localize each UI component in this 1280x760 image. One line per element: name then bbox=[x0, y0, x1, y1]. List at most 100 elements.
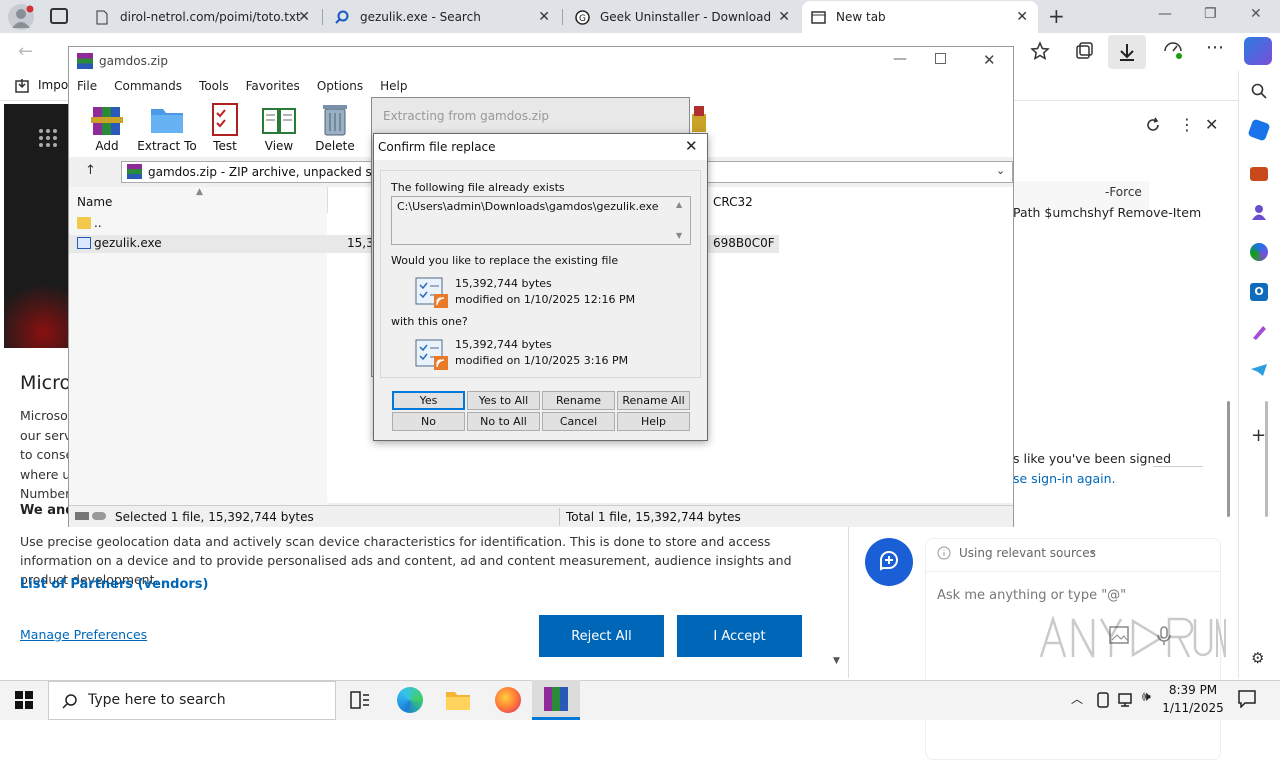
outlook-icon[interactable]: O bbox=[1250, 283, 1268, 301]
close-tab-icon[interactable]: ✕ bbox=[538, 9, 550, 25]
reject-all-button[interactable]: Reject All bbox=[539, 615, 664, 657]
yes-button[interactable]: Yes bbox=[392, 391, 465, 410]
status-divider bbox=[559, 508, 560, 526]
profile-avatar[interactable] bbox=[8, 4, 34, 30]
sidebar-scrollbar[interactable] bbox=[1265, 401, 1268, 517]
menu-file[interactable]: File bbox=[77, 79, 97, 93]
dialog-close-button[interactable]: ✕ bbox=[685, 137, 698, 155]
taskbar-search-box[interactable]: Type here to search bbox=[48, 681, 336, 720]
task-view-button[interactable] bbox=[336, 680, 384, 720]
path-dropdown-icon[interactable]: ⌄ bbox=[996, 164, 1005, 177]
chat-input[interactable]: Ask me anything or type "@" bbox=[937, 588, 1126, 603]
tab-search[interactable]: gezulik.exe - Search ✕ bbox=[326, 1, 560, 33]
microsoft-365-icon[interactable] bbox=[1250, 243, 1268, 261]
tray-device-icon[interactable] bbox=[1096, 692, 1110, 708]
winrar-title-bar: gamdos.zip — ✕ bbox=[69, 47, 1013, 75]
firefox-button[interactable] bbox=[484, 680, 532, 720]
tab-toto-txt[interactable]: dirol-netrol.com/poimi/toto.txt ✕ bbox=[86, 1, 320, 33]
menu-commands[interactable]: Commands bbox=[114, 79, 182, 93]
winrar-taskbar-button[interactable] bbox=[532, 680, 580, 720]
partners-link[interactable]: List of Partners (vendors) bbox=[20, 577, 208, 592]
test-button[interactable]: Test bbox=[195, 101, 255, 157]
watermark-logo bbox=[1037, 613, 1227, 663]
no-button[interactable]: No bbox=[392, 412, 465, 431]
tab-geek-uninstaller[interactable]: G Geek Uninstaller - Download ✕ bbox=[566, 1, 800, 33]
view-button[interactable]: View bbox=[249, 101, 309, 157]
volume-icon[interactable]: 🕪 bbox=[1142, 689, 1151, 705]
winrar-close-button[interactable]: ✕ bbox=[983, 51, 996, 69]
menu-options[interactable]: Options bbox=[317, 79, 363, 93]
scroll-down-icon[interactable]: ▼ bbox=[676, 231, 682, 240]
tab-actions-icon[interactable] bbox=[50, 8, 68, 24]
app-launcher-icon[interactable] bbox=[38, 128, 58, 148]
copilot-icon[interactable] bbox=[1244, 37, 1272, 65]
favorites-star-icon[interactable] bbox=[1030, 41, 1050, 61]
menu-help[interactable]: Help bbox=[380, 79, 407, 93]
no-to-all-button[interactable]: No to All bbox=[467, 412, 540, 431]
tab-new-tab[interactable]: New tab ✕ bbox=[802, 1, 1038, 33]
new-chat-button[interactable] bbox=[865, 538, 913, 586]
delete-button[interactable]: Delete bbox=[305, 101, 365, 157]
scroll-up-icon[interactable]: ▲ bbox=[676, 200, 682, 209]
panel-close-icon[interactable]: ✕ bbox=[1205, 115, 1218, 134]
shopping-tag-icon[interactable] bbox=[1247, 118, 1271, 142]
network-icon[interactable] bbox=[1118, 692, 1136, 708]
downloads-button[interactable] bbox=[1108, 35, 1146, 69]
performance-icon[interactable] bbox=[1162, 41, 1184, 61]
existing-path-field[interactable]: C:\Users\admin\Downloads\gamdos\gezulik.… bbox=[391, 196, 691, 245]
extract-to-button[interactable]: Extract To bbox=[135, 101, 199, 157]
rename-button[interactable]: Rename bbox=[542, 391, 615, 410]
sources-label[interactable]: Using relevant sources bbox=[959, 546, 1096, 560]
close-tab-icon[interactable]: ✕ bbox=[298, 9, 310, 25]
sign-in-link[interactable]: se sign-in again. bbox=[1013, 471, 1116, 486]
refresh-icon[interactable] bbox=[1145, 117, 1161, 133]
clock-time[interactable]: 8:39 PM bbox=[1162, 683, 1224, 697]
column-header-name[interactable]: Name bbox=[77, 195, 112, 209]
winrar-minimize-button[interactable]: — bbox=[893, 51, 907, 67]
edge-taskbar-button[interactable] bbox=[386, 680, 434, 720]
search-icon bbox=[334, 9, 350, 25]
menu-favorites[interactable]: Favorites bbox=[246, 79, 300, 93]
more-menu-icon[interactable]: ⋯ bbox=[1206, 37, 1224, 58]
scroll-down-icon[interactable]: ▼ bbox=[833, 656, 840, 666]
yes-to-all-button[interactable]: Yes to All bbox=[467, 391, 540, 410]
start-button[interactable] bbox=[0, 680, 48, 720]
add-button[interactable]: Add bbox=[77, 101, 137, 157]
chevron-down-icon[interactable]: ⌄ bbox=[1089, 545, 1097, 556]
back-icon[interactable]: ← bbox=[18, 41, 33, 62]
clock-date[interactable]: 1/11/2025 bbox=[1162, 701, 1224, 715]
checklist-icon bbox=[207, 101, 243, 137]
winrar-maximize-button[interactable] bbox=[935, 53, 946, 64]
close-window-button[interactable]: ✕ bbox=[1250, 6, 1262, 22]
rename-all-button[interactable]: Rename All bbox=[617, 391, 690, 410]
tab-title: Geek Uninstaller - Download bbox=[600, 10, 772, 24]
telegram-icon[interactable] bbox=[1250, 363, 1268, 377]
up-folder-icon[interactable]: ↑ bbox=[85, 163, 96, 178]
sidebar-settings-icon[interactable]: ⚙ bbox=[1251, 649, 1264, 667]
manage-preferences-link[interactable]: Manage Preferences bbox=[20, 627, 147, 642]
restore-button[interactable]: ❐ bbox=[1204, 6, 1217, 22]
menu-tools[interactable]: Tools bbox=[199, 79, 229, 93]
minimize-button[interactable]: — bbox=[1158, 6, 1172, 22]
accept-button[interactable]: I Accept bbox=[677, 615, 802, 657]
games-icon[interactable] bbox=[1250, 203, 1268, 221]
panel-more-icon[interactable]: ⋮ bbox=[1179, 115, 1195, 134]
file-explorer-button[interactable] bbox=[434, 680, 482, 720]
close-tab-icon[interactable]: ✕ bbox=[778, 9, 790, 25]
sidebar-search-icon[interactable] bbox=[1251, 83, 1267, 99]
add-sidebar-app-icon[interactable]: + bbox=[1251, 425, 1266, 446]
column-header-crc[interactable]: CRC32 bbox=[713, 195, 753, 209]
panel-scrollbar[interactable] bbox=[1227, 401, 1230, 517]
tray-chevron-icon[interactable]: ︿ bbox=[1071, 690, 1083, 707]
collections-icon[interactable] bbox=[1074, 41, 1094, 61]
file-name: gezulik.exe bbox=[94, 236, 162, 250]
add-label: Add bbox=[95, 139, 119, 153]
help-button[interactable]: Help bbox=[617, 412, 690, 431]
cancel-button[interactable]: Cancel bbox=[542, 412, 615, 431]
close-tab-icon[interactable]: ✕ bbox=[1016, 9, 1028, 25]
designer-icon[interactable] bbox=[1250, 323, 1268, 341]
tools-briefcase-icon[interactable] bbox=[1250, 167, 1268, 181]
notifications-icon[interactable] bbox=[1238, 690, 1256, 708]
new-tab-plus-icon[interactable]: + bbox=[1048, 4, 1065, 28]
import-icon bbox=[14, 78, 30, 94]
